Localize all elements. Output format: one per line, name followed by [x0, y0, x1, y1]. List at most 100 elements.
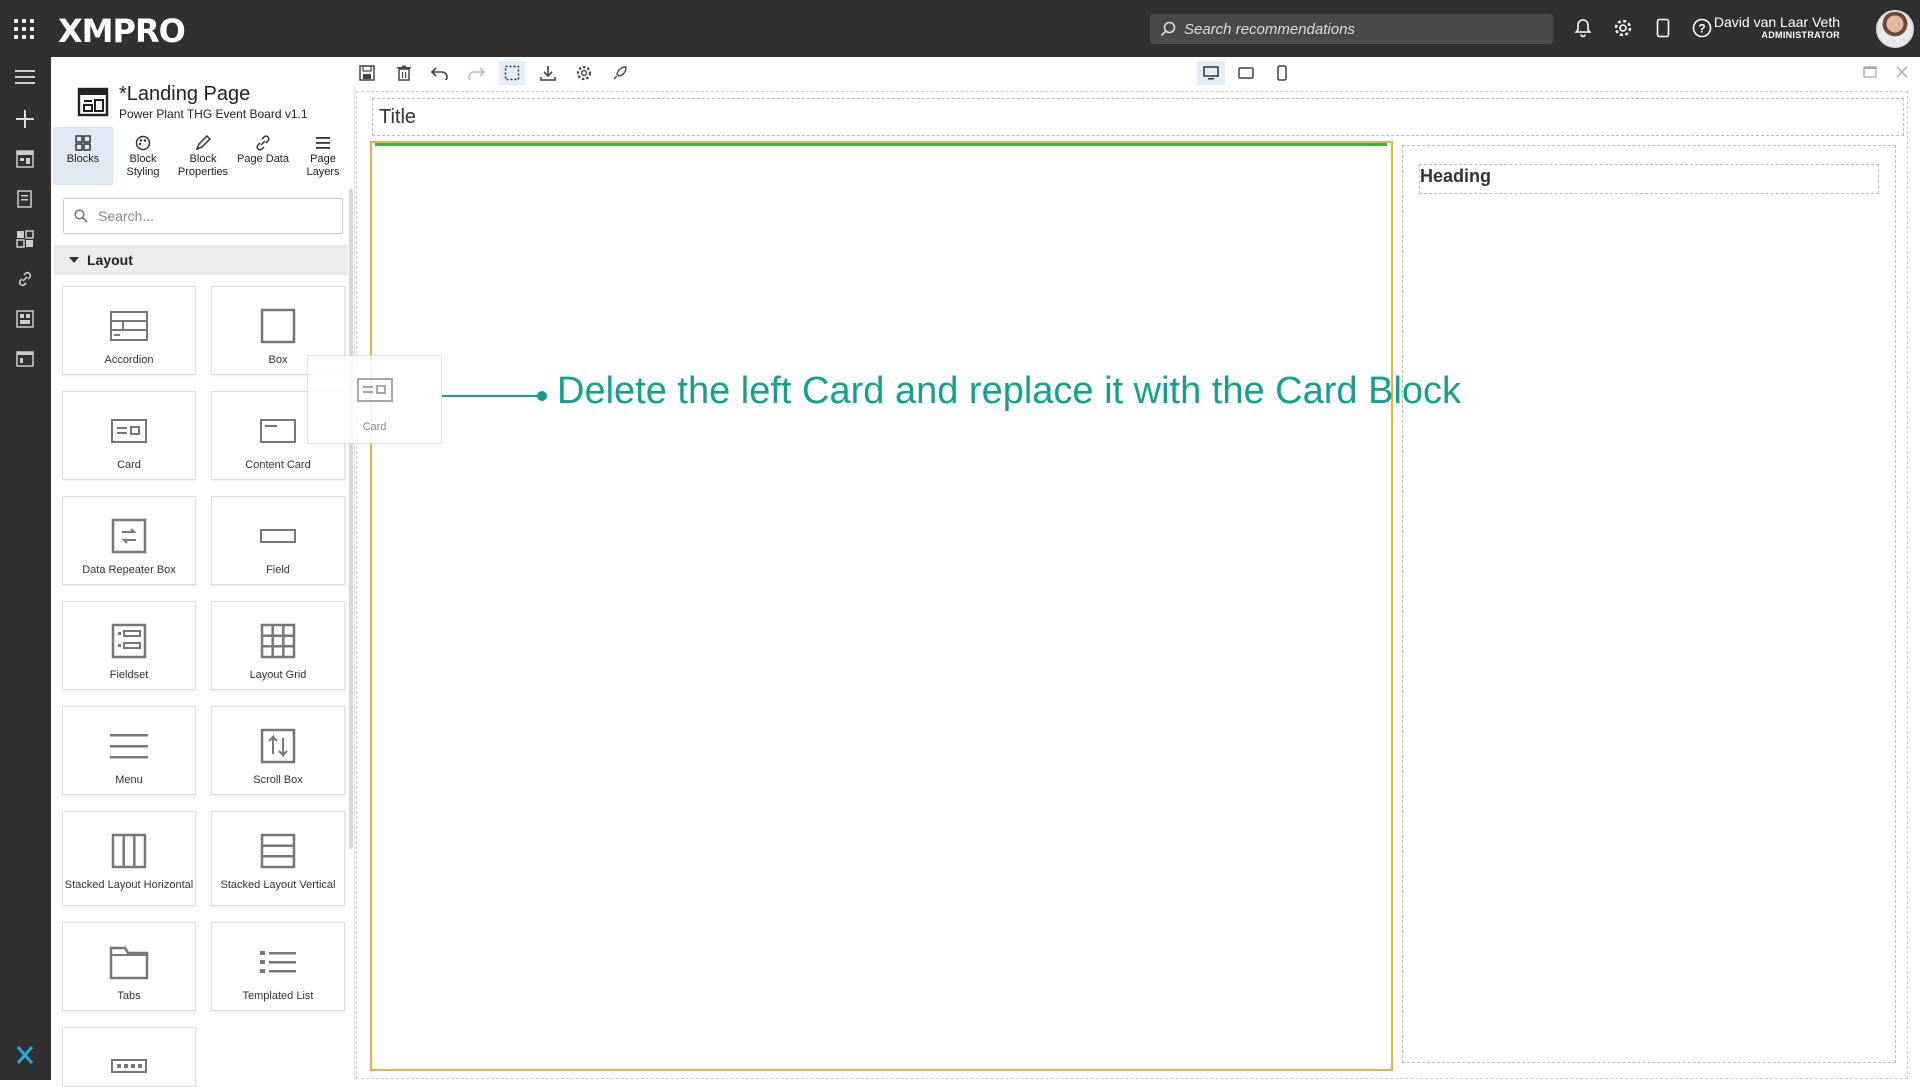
block-menu[interactable]: Menu — [62, 706, 196, 795]
apps-grid-icon[interactable] — [14, 19, 34, 39]
tab-blocks[interactable]: Blocks — [53, 127, 113, 185]
search-placeholder: Search... — [98, 208, 155, 224]
page-title: *Landing Page — [119, 83, 251, 105]
block-tabs[interactable]: Tabs — [62, 922, 196, 1011]
close-icon[interactable] — [1894, 64, 1910, 80]
block-fieldset[interactable]: Fieldset — [62, 601, 196, 690]
tab-label: Page Data — [237, 153, 289, 165]
block-label: Stacked Layout Vertical — [220, 879, 336, 891]
desktop-view-icon[interactable] — [1197, 61, 1225, 85]
blocks-panel: *Landing Page Power Plant THG Event Boar… — [51, 83, 355, 1087]
save-icon[interactable] — [354, 61, 380, 85]
document-icon[interactable] — [13, 187, 37, 211]
box-icon — [260, 308, 296, 344]
block-label: Box — [268, 354, 288, 366]
block-label: Accordion — [104, 354, 154, 366]
xmpro-x-icon[interactable] — [13, 1043, 37, 1067]
bell-icon[interactable] — [1571, 16, 1595, 40]
settings-icon[interactable] — [571, 61, 597, 85]
heading-block[interactable]: Heading — [1419, 164, 1879, 194]
tab-page-data[interactable]: Page Data — [233, 127, 293, 185]
scroll-box-icon — [260, 728, 296, 764]
user-name: David van Laar Veth — [1713, 14, 1840, 30]
block-data-repeater-box[interactable]: Data Repeater Box — [62, 496, 196, 585]
avatar[interactable] — [1876, 10, 1914, 48]
recommendations-search-placeholder: Search recommendations — [1184, 20, 1355, 38]
block-label: Field — [266, 564, 290, 576]
title-block[interactable]: Title — [372, 98, 1904, 136]
dashboard-icon[interactable] — [13, 227, 37, 251]
block-label: Tabs — [117, 990, 141, 1002]
mobile-view-icon[interactable] — [1269, 61, 1295, 85]
title-text: Title — [379, 106, 417, 128]
tab-page-layers[interactable]: Page Layers — [293, 127, 353, 185]
page-subtitle: Power Plant THG Event Board v1.1 — [119, 107, 308, 121]
user-info[interactable]: David van Laar Veth ADMINISTRATOR — [1714, 14, 1840, 40]
block-card[interactable]: Card — [62, 391, 196, 480]
block-stacked-layout-vertical[interactable]: Stacked Layout Vertical — [211, 811, 345, 906]
annotation-dot — [537, 391, 547, 401]
block-partial[interactable] — [62, 1027, 196, 1087]
page-icon — [77, 87, 109, 117]
block-label: Stacked Layout Horizontal — [64, 879, 194, 891]
redo-icon[interactable] — [463, 61, 489, 85]
stack-horizontal-icon — [111, 833, 147, 869]
left-card-block[interactable] — [370, 141, 1393, 1071]
app-designer-icon[interactable] — [13, 147, 37, 171]
ghost-label: Card — [362, 421, 387, 433]
app-logo[interactable]: XMPRO — [58, 12, 186, 50]
fieldset-icon — [111, 623, 147, 659]
rocket-icon[interactable] — [607, 61, 633, 85]
content-card-icon — [260, 419, 296, 443]
tab-label: Page Layers — [306, 153, 340, 178]
help-icon[interactable]: ? — [1690, 16, 1714, 40]
download-icon[interactable] — [535, 61, 561, 85]
block-templated-list[interactable]: Templated List — [211, 922, 345, 1011]
tablet-view-icon[interactable] — [1233, 61, 1259, 85]
annotation-text: Delete the left Card and replace it with… — [557, 370, 1462, 412]
data-stream-icon[interactable] — [13, 307, 37, 331]
search-icon — [1160, 21, 1176, 37]
block-stacked-layout-horizontal[interactable]: Stacked Layout Horizontal — [62, 811, 196, 906]
plus-icon[interactable] — [13, 107, 37, 131]
tab-block-styling[interactable]: Block Styling — [113, 127, 173, 185]
block-field[interactable]: Field — [211, 496, 345, 585]
field-icon — [260, 529, 296, 543]
svg-text:?: ? — [1698, 22, 1705, 36]
block-scroll-box[interactable]: Scroll Box — [211, 706, 345, 795]
link-icon[interactable] — [13, 267, 37, 291]
recommendations-icon[interactable] — [13, 347, 37, 371]
panel-tabs: Blocks Block Styling Block Properties Pa… — [53, 127, 353, 185]
hamburger-menu-icon[interactable] — [13, 65, 37, 89]
menu-icon — [110, 734, 148, 759]
select-outline-icon[interactable] — [499, 61, 525, 85]
recommendations-search[interactable]: Search recommendations — [1150, 14, 1553, 44]
dragging-card-ghost[interactable]: Card — [307, 355, 442, 444]
tab-label: Block Properties — [177, 153, 229, 178]
gear-icon[interactable] — [1611, 16, 1635, 40]
block-label: Content Card — [245, 459, 311, 471]
layout-section-header[interactable]: Layout — [54, 245, 348, 275]
panel-scrollbar[interactable] — [349, 189, 353, 849]
maximize-icon[interactable] — [1862, 64, 1878, 80]
undo-icon[interactable] — [427, 61, 453, 85]
editor-toolbar — [51, 57, 1920, 87]
block-layout-grid[interactable]: Layout Grid — [211, 601, 345, 690]
block-label: Templated List — [242, 990, 314, 1002]
accordion-icon — [110, 311, 148, 341]
block-label: Fieldset — [109, 669, 149, 681]
block-label: Scroll Box — [253, 774, 303, 786]
grid-icon — [260, 623, 296, 659]
blocks-search-input[interactable]: Search... — [63, 198, 343, 234]
blocks-icon — [75, 135, 91, 151]
drop-indicator — [375, 143, 1387, 146]
block-accordion[interactable]: Accordion — [62, 286, 196, 375]
caret-down-icon — [69, 257, 79, 263]
section-label: Layout — [87, 252, 133, 268]
tab-block-properties[interactable]: Block Properties — [173, 127, 233, 185]
mobile-device-icon[interactable] — [1651, 16, 1675, 40]
card-icon — [356, 378, 393, 402]
trash-icon[interactable] — [391, 61, 417, 85]
right-card-block[interactable] — [1402, 145, 1896, 1063]
repeater-icon — [111, 518, 147, 554]
